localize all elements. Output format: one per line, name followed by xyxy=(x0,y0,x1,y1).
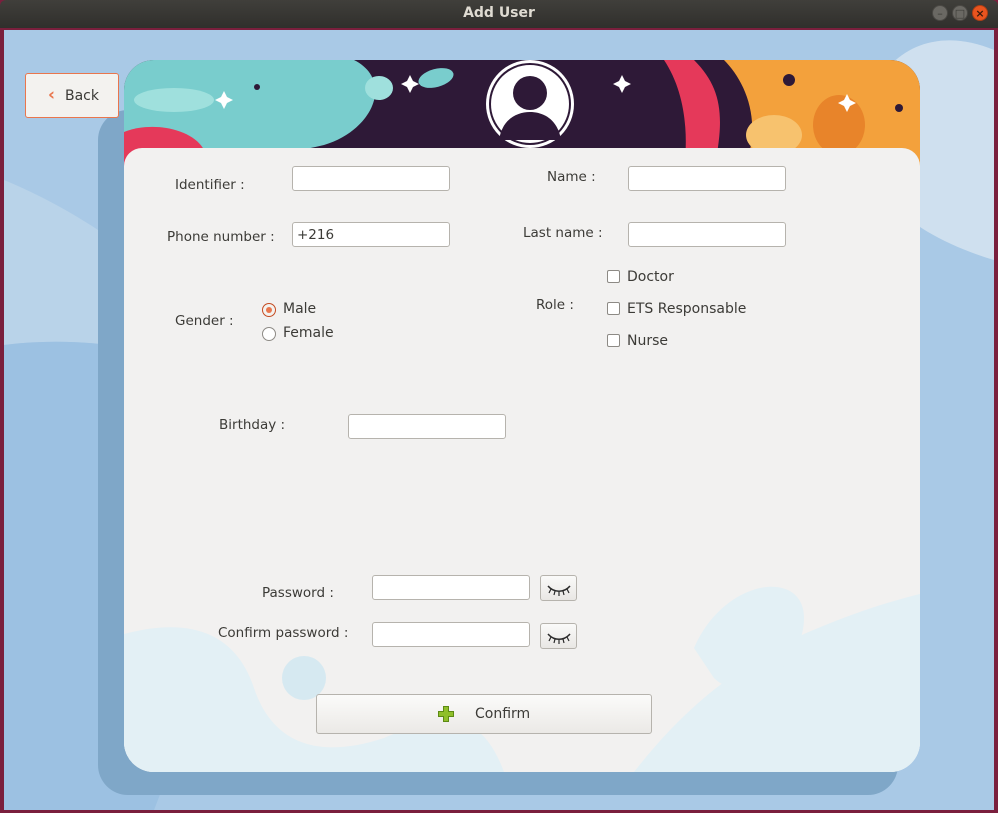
back-button-label: Back xyxy=(65,88,99,104)
phone-number-label: Phone number : xyxy=(167,229,275,245)
role-doctor-checkbox[interactable] xyxy=(607,270,620,283)
minimize-icon: – xyxy=(937,7,943,20)
role-doctor-label: Doctor xyxy=(627,269,674,285)
confirm-button[interactable]: Confirm xyxy=(316,694,652,734)
window-title: Add User xyxy=(463,5,535,21)
gender-male-radio[interactable] xyxy=(262,303,276,317)
gender-female-radio[interactable] xyxy=(262,327,276,341)
name-label: Name : xyxy=(547,169,596,185)
toggle-confirm-password-visibility-button[interactable] xyxy=(540,623,577,649)
window-content: ‹ Back Identifier: Name: Phone number … xyxy=(4,30,994,810)
birthday-label: Birthday : xyxy=(219,417,286,433)
minimize-button[interactable]: – xyxy=(932,5,948,21)
add-user-card: Identifier : Name : Phone number : Last … xyxy=(124,60,920,772)
confirm-button-label: Confirm xyxy=(475,706,531,722)
back-button[interactable]: ‹ Back xyxy=(25,73,119,118)
confirm-password-label: Confirm password : xyxy=(218,625,349,641)
gender-label: Gender : xyxy=(175,313,234,329)
chevron-left-icon: ‹ xyxy=(48,85,56,105)
eye-closed-icon xyxy=(547,633,571,644)
gender-female-label: Female xyxy=(283,325,334,341)
close-button[interactable]: × xyxy=(972,5,988,21)
role-ets-responsable-label: ETS Responsable xyxy=(627,301,747,317)
confirm-password-input[interactable] xyxy=(372,622,530,647)
phone-number-input[interactable] xyxy=(292,222,450,247)
identifier-input[interactable] xyxy=(292,166,450,191)
password-label: Password : xyxy=(262,585,334,601)
name-input[interactable] xyxy=(628,166,786,191)
birthday-input[interactable] xyxy=(348,414,506,439)
last-name-input[interactable] xyxy=(628,222,786,247)
eye-closed-icon xyxy=(547,585,571,596)
identifier-label: Identifier : xyxy=(175,177,245,193)
last-name-label: Last name : xyxy=(523,225,603,241)
role-nurse-label: Nurse xyxy=(627,333,669,349)
window-titlebar: Add User – □ × xyxy=(0,0,998,28)
role-label: Role : xyxy=(536,297,574,313)
gender-male-label: Male xyxy=(283,301,317,317)
plus-icon xyxy=(438,706,454,722)
maximize-icon: □ xyxy=(954,7,966,20)
maximize-button[interactable]: □ xyxy=(952,5,968,21)
password-input[interactable] xyxy=(372,575,530,600)
role-nurse-checkbox[interactable] xyxy=(607,334,620,347)
role-ets-responsable-checkbox[interactable] xyxy=(607,302,620,315)
toggle-password-visibility-button[interactable] xyxy=(540,575,577,601)
close-icon: × xyxy=(975,7,985,20)
user-form: Identifier : Name : Phone number : Last … xyxy=(124,148,920,772)
